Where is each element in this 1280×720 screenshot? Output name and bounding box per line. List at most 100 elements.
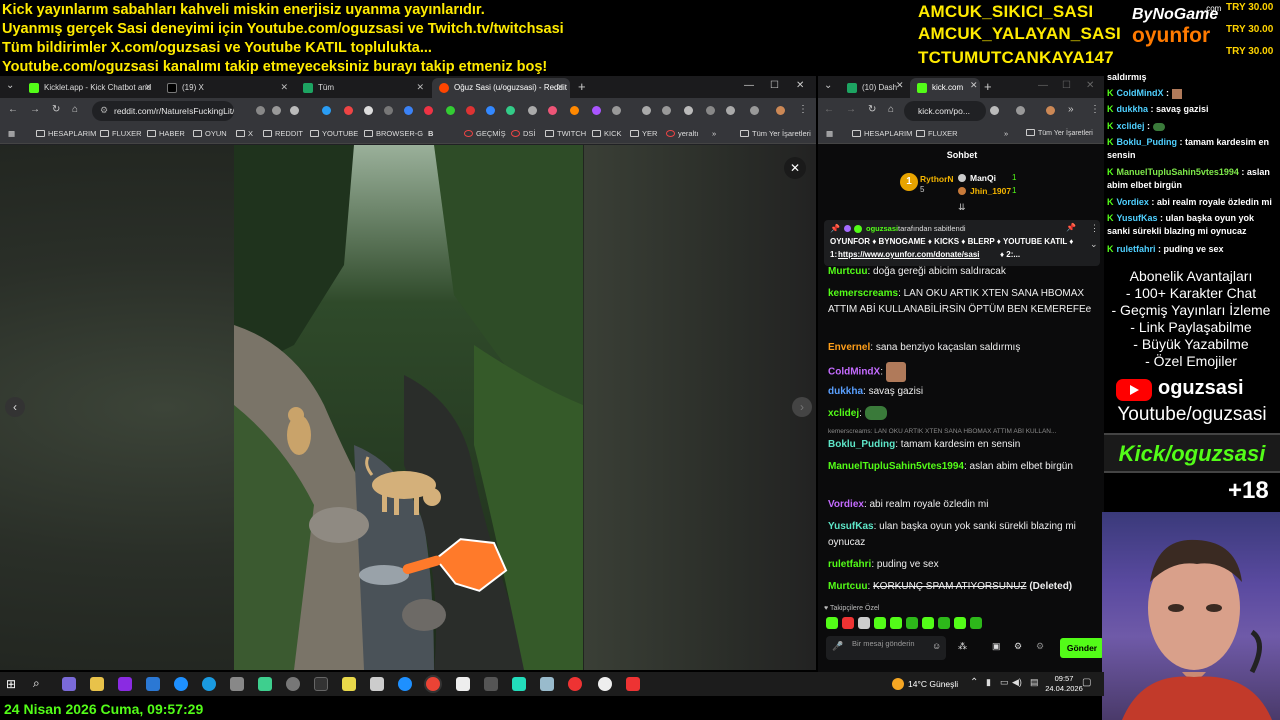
- tab-search-icon[interactable]: ⌄: [6, 80, 14, 91]
- close-tab-icon[interactable]: ✕: [416, 82, 424, 93]
- remote-desktop-icon[interactable]: [146, 677, 160, 691]
- ext-icon-11[interactable]: [486, 106, 495, 115]
- ext-icon-20[interactable]: [706, 106, 715, 115]
- microphone-tray-icon[interactable]: ▮: [986, 677, 991, 688]
- menu-kebab-icon[interactable]: ⋮: [798, 104, 808, 115]
- weather-text[interactable]: 14°C Güneşli: [908, 679, 958, 689]
- ext-icon-10[interactable]: [466, 106, 475, 115]
- close-viewer-icon[interactable]: ✕: [784, 157, 806, 179]
- speedtest-icon[interactable]: [286, 677, 300, 691]
- new-tab-icon[interactable]: +: [984, 79, 992, 94]
- ext-icon-18[interactable]: [662, 106, 671, 115]
- edge-icon[interactable]: [202, 677, 216, 691]
- minimize-icon[interactable]: —: [744, 80, 754, 91]
- emote-icon[interactable]: [842, 617, 854, 629]
- close-tab-icon[interactable]: ✕: [896, 80, 904, 91]
- ext-icon-13[interactable]: [528, 106, 537, 115]
- app-c-icon[interactable]: [174, 677, 188, 691]
- ext-icon-12[interactable]: [506, 106, 515, 115]
- apps-grid-icon[interactable]: ▦: [826, 129, 833, 138]
- pinned-link[interactable]: https://www.oyunfor.com/donate/sasi: [838, 250, 980, 259]
- pen-app-icon[interactable]: [62, 677, 76, 691]
- emote-icon[interactable]: [874, 617, 886, 629]
- prev-image-icon[interactable]: ‹: [5, 397, 25, 417]
- rank-3-name[interactable]: Jhin_1907: [970, 186, 1011, 196]
- next-image-icon[interactable]: ›: [792, 397, 812, 417]
- menu-kebab-icon[interactable]: ⋮: [1090, 104, 1100, 115]
- maximize-icon[interactable]: ☐: [1062, 80, 1071, 91]
- notifications-icon[interactable]: ▢: [1082, 677, 1091, 688]
- address-bar[interactable]: ⚙ reddit.com/r/NatureIsFuckingLit/...: [92, 101, 234, 121]
- emote-icon[interactable]: [890, 617, 902, 629]
- network-icon[interactable]: ▭: [1000, 677, 1009, 688]
- notes-icon[interactable]: [342, 677, 356, 691]
- bookmark-dsi[interactable]: DSİ: [511, 129, 536, 138]
- ext-icon-14[interactable]: [548, 106, 557, 115]
- bookmark-fluxer[interactable]: FLUXER: [916, 129, 958, 138]
- app-blue-icon[interactable]: [398, 677, 412, 691]
- emote-icon[interactable]: [938, 617, 950, 629]
- forward-icon[interactable]: →: [30, 104, 40, 115]
- windows-start-icon[interactable]: ⊞: [6, 677, 16, 691]
- emoji-icon[interactable]: ☺: [932, 641, 941, 651]
- pinned-message[interactable]: 📌 oguzsasi tarafından sabitlendi 📌 ⋮ OYU…: [824, 220, 1100, 266]
- more-icon[interactable]: »: [1068, 104, 1074, 115]
- reload-icon[interactable]: ↻: [868, 104, 876, 115]
- tab-tum[interactable]: Tüm ✕: [296, 78, 430, 98]
- chat-input[interactable]: 🎤 Bir mesaj gönderin ☺: [826, 636, 946, 660]
- expand-leaderboard-icon[interactable]: ⇊: [958, 202, 966, 213]
- bookmark-hesaplarim[interactable]: HESAPLARIM: [36, 129, 96, 138]
- ext-icon-9[interactable]: [446, 106, 455, 115]
- send-button[interactable]: Gönder: [1060, 638, 1104, 658]
- address-bar[interactable]: kick.com/po...: [904, 101, 986, 121]
- bookmark-twitch[interactable]: TWITCH: [545, 129, 586, 138]
- microphone-icon[interactable]: 🎤: [832, 641, 843, 652]
- keyboard-icon[interactable]: ▤: [1030, 677, 1039, 688]
- app-green-icon[interactable]: [258, 677, 272, 691]
- ext-icon-22[interactable]: [750, 106, 759, 115]
- bookmark-all[interactable]: Tüm Yer İşaretleri: [1026, 129, 1093, 137]
- app-ring-icon[interactable]: [512, 677, 526, 691]
- close-tab-icon[interactable]: ✕: [970, 80, 978, 91]
- bookmark-b[interactable]: B: [428, 129, 433, 138]
- ext-icon-21[interactable]: [726, 106, 735, 115]
- maximize-icon[interactable]: ☐: [770, 80, 779, 91]
- ext-icon-16[interactable]: [592, 106, 601, 115]
- forward-icon[interactable]: →: [846, 104, 856, 115]
- bookmark-yeralti[interactable]: yeraltı: [666, 129, 698, 138]
- clock-time[interactable]: 09:57: [1046, 674, 1082, 683]
- search-icon[interactable]: ⌕: [33, 676, 40, 691]
- expand-pinned-icon[interactable]: ⌄: [1090, 239, 1098, 250]
- profile-avatar-icon[interactable]: [776, 106, 785, 115]
- bookmark-browser-g[interactable]: BROWSER-G: [364, 129, 423, 138]
- tab-kicklet[interactable]: Kicklet.app - Kick Chatbot and ✕: [22, 78, 158, 98]
- close-tab-icon[interactable]: ✕: [280, 82, 288, 93]
- tab-reddit[interactable]: Oğuz Sasi (u/oguzsasi) - Reddit ✕: [432, 78, 570, 98]
- tab-search-icon[interactable]: ⌄: [824, 80, 832, 91]
- ext-icon-3[interactable]: [322, 106, 331, 115]
- bookmark-gecmis[interactable]: GEÇMİŞ: [464, 129, 506, 138]
- home-icon[interactable]: ⌂: [72, 104, 78, 115]
- app-font-icon[interactable]: [456, 677, 470, 691]
- emote-icon[interactable]: [906, 617, 918, 629]
- bookmark-kick[interactable]: KICK: [592, 129, 622, 138]
- unpin-icon[interactable]: 📌: [1066, 223, 1076, 232]
- ext-icon-5[interactable]: [364, 106, 373, 115]
- obs-app-icon[interactable]: [626, 677, 640, 691]
- ext-icon-7[interactable]: [404, 106, 413, 115]
- emote-icon[interactable]: [826, 617, 838, 629]
- onenote-icon[interactable]: [118, 677, 132, 691]
- emote-icon[interactable]: [922, 617, 934, 629]
- bookmark-x[interactable]: X: [236, 129, 253, 138]
- pinned-menu-icon[interactable]: ⋮: [1090, 223, 1099, 234]
- bookmark-hesaplarim[interactable]: HESAPLARIM: [852, 129, 912, 138]
- ext-icon-2[interactable]: [272, 106, 281, 115]
- close-window-icon[interactable]: ✕: [1086, 80, 1094, 91]
- rank-1-name[interactable]: RythorN: [920, 174, 954, 184]
- app-note-icon[interactable]: [540, 677, 554, 691]
- settings-gear-icon[interactable]: ⚙: [1014, 641, 1022, 652]
- more-bookmarks-icon[interactable]: »: [712, 129, 716, 138]
- bookmark-haber[interactable]: HABER: [147, 129, 185, 138]
- ext-icon-1[interactable]: [256, 106, 265, 115]
- app-check-icon[interactable]: [370, 677, 384, 691]
